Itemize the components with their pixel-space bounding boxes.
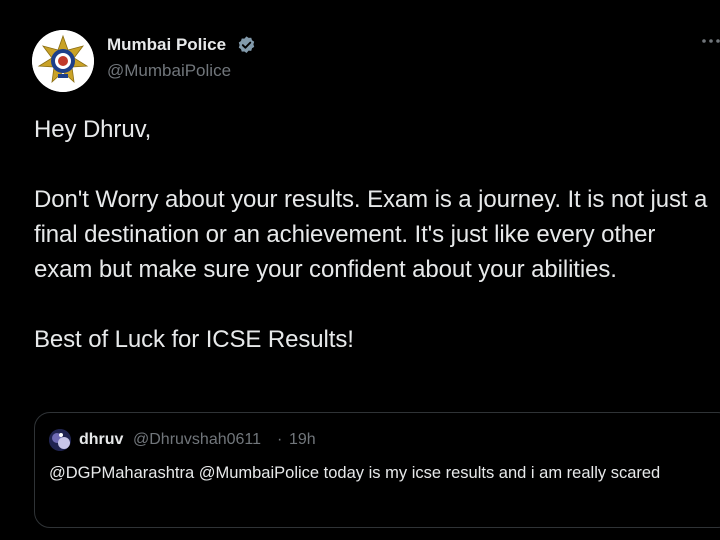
quoted-timestamp[interactable]: 19h bbox=[289, 430, 316, 450]
tweet-card: Mumbai Police @MumbaiPolice Hey Dhruv, D… bbox=[0, 0, 720, 540]
quoted-separator: · bbox=[277, 431, 283, 448]
author-name[interactable]: Mumbai Police bbox=[107, 34, 226, 56]
quoted-author-name[interactable]: dhruv bbox=[79, 430, 123, 450]
tweet-message: Don't Worry about your results. Exam is … bbox=[34, 186, 708, 283]
tweet-body: Hey Dhruv, Don't Worry about your result… bbox=[34, 112, 718, 357]
author-handle[interactable]: @MumbaiPolice bbox=[107, 60, 231, 82]
tweet-closing: Best of Luck for ICSE Results! bbox=[34, 326, 354, 353]
more-options-icon[interactable] bbox=[700, 36, 720, 46]
mumbai-police-emblem-icon bbox=[32, 30, 94, 92]
quoted-tweet[interactable]: dhruv @Dhruvshah0611 · 19h @DGPMaharasht… bbox=[34, 412, 720, 528]
quoted-tweet-text: @DGPMaharashtra @MumbaiPolice today is m… bbox=[49, 464, 661, 482]
quoted-author-handle[interactable]: @Dhruvshah0611 bbox=[133, 430, 261, 450]
tweet-greeting: Hey Dhruv, bbox=[34, 116, 152, 143]
verified-badge-icon bbox=[238, 36, 255, 54]
quoted-author-avatar[interactable] bbox=[49, 429, 71, 451]
author-avatar[interactable] bbox=[32, 30, 94, 92]
quoted-avatar-image-icon bbox=[49, 429, 71, 451]
